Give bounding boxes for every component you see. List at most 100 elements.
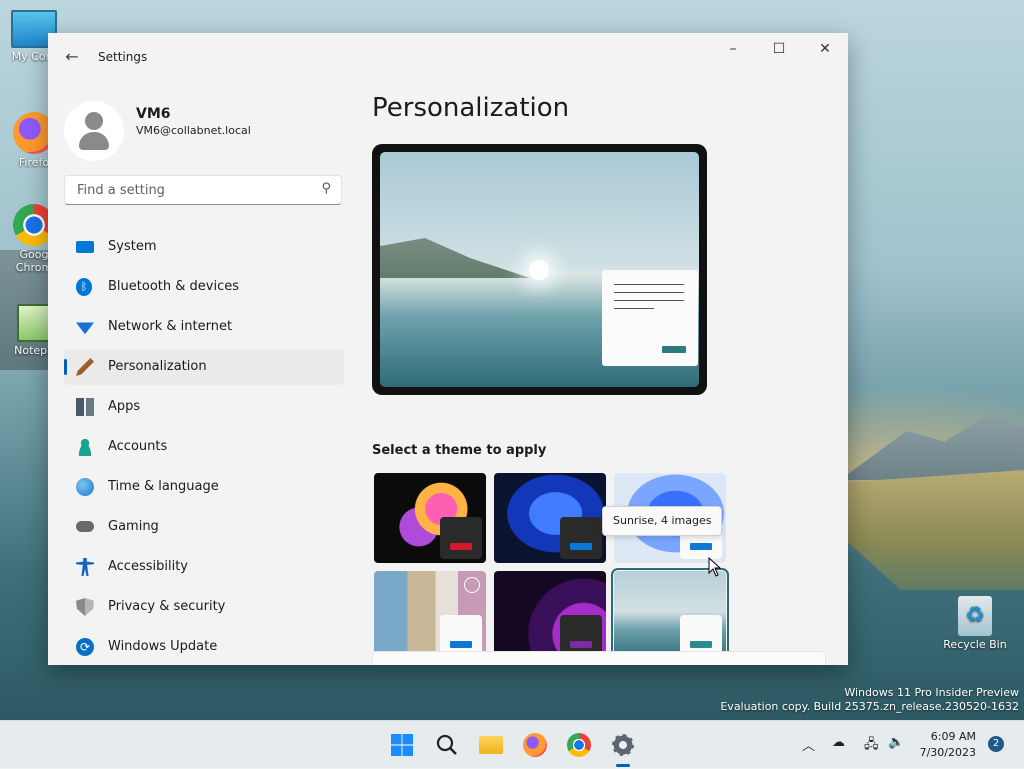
paintbrush-icon [76, 358, 94, 376]
maximize-button[interactable]: ☐ [756, 33, 802, 65]
theme-chip [560, 517, 602, 559]
sidebar-item-accounts[interactable]: Accounts [64, 429, 344, 465]
network-icon[interactable]: 🖧 [864, 735, 879, 757]
search-icon[interactable]: ⚲ [321, 181, 331, 196]
search-input[interactable] [75, 182, 309, 199]
sidebar-item-label: Time & language [108, 479, 219, 494]
gear-icon [612, 734, 634, 756]
cloud-offline-icon[interactable]: ☁ [832, 735, 845, 750]
slideshow-icon [464, 577, 480, 593]
sidebar-item-apps[interactable]: Apps [64, 389, 344, 425]
shield-icon [76, 598, 94, 616]
file-explorer-button[interactable] [475, 729, 507, 761]
desktop-wallpaper-mountains [840, 413, 1024, 480]
start-button[interactable] [386, 729, 418, 761]
sidebar-item-label: Accessibility [108, 559, 188, 574]
sidebar-item-label: Accounts [108, 439, 168, 454]
sidebar-item-windows-update[interactable]: ⟳ Windows Update [64, 629, 344, 665]
theme-chip [440, 517, 482, 559]
chrome-taskbar-button[interactable] [563, 729, 595, 761]
avatar-head [85, 112, 103, 130]
desktop-icon-recycle-bin[interactable]: ♻ Recycle Bin [943, 596, 1007, 651]
person-icon [76, 438, 94, 456]
sidebar-item-label: System [108, 239, 157, 254]
update-icon: ⟳ [76, 638, 94, 656]
user-name: VM6 [136, 106, 171, 122]
close-button[interactable]: ✕ [802, 33, 848, 65]
theme-tooltip: Sunrise, 4 images [602, 506, 723, 536]
recycle-bin-icon: ♻ [958, 596, 992, 636]
clock[interactable]: 6:09 AM 7/30/2023 [912, 729, 976, 761]
preview-window [602, 270, 698, 366]
firefox-taskbar-button[interactable] [519, 729, 551, 761]
notepad-icon [17, 304, 51, 342]
chrome-icon [567, 733, 591, 757]
chevron-up-icon[interactable]: ︿ [802, 735, 815, 754]
theme-tile[interactable] [374, 473, 486, 563]
theme-accent-bar [570, 543, 592, 550]
sidebar-item-label: Personalization [108, 359, 207, 374]
firefox-icon [523, 733, 547, 757]
back-arrow-icon[interactable]: ← [62, 47, 82, 67]
sidebar-item-bluetooth[interactable]: ᛒ Bluetooth & devices [64, 269, 344, 305]
avatar [64, 101, 124, 161]
sidebar-item-network[interactable]: Network & internet [64, 309, 344, 345]
volume-icon[interactable]: 🔈 [888, 735, 904, 750]
preview-hill [380, 238, 530, 278]
theme-accent-bar [450, 543, 472, 550]
theme-grid [372, 471, 732, 665]
title-bar[interactable]: ← Settings – ☐ ✕ [48, 33, 848, 81]
apps-icon [76, 398, 94, 416]
folder-icon [479, 736, 503, 754]
search-icon [436, 734, 457, 755]
preview-line [614, 308, 654, 309]
preview-button [662, 346, 686, 353]
sidebar-item-label: Network & internet [108, 319, 233, 334]
sidebar-item-system[interactable]: System [64, 229, 344, 265]
theme-tile[interactable] [494, 571, 606, 661]
theme-accent-bar [690, 641, 712, 648]
bluetooth-icon: ᛒ [76, 278, 92, 296]
settings-card[interactable] [372, 651, 826, 665]
windows-logo-icon [391, 734, 413, 756]
wifi-icon [76, 322, 94, 335]
theme-accent-bar [690, 543, 712, 550]
gamepad-icon [76, 521, 94, 532]
notification-badge[interactable]: 2 [988, 736, 1004, 752]
globe-clock-icon [76, 478, 94, 496]
preview-wallpaper [380, 152, 699, 387]
search-box[interactable]: ⚲ [64, 175, 342, 205]
taskbar: ︿ ☁ 🖧 🔈 6:09 AM 7/30/2023 2 [0, 720, 1024, 769]
preview-line [614, 300, 684, 301]
sidebar-item-label: Bluetooth & devices [108, 279, 239, 294]
user-email: VM6@collabnet.local [136, 124, 251, 137]
theme-accent-bar [570, 641, 592, 648]
sidebar-item-label: Privacy & security [108, 599, 226, 614]
avatar-body [79, 132, 109, 150]
theme-tile[interactable] [374, 571, 486, 661]
preview-line [614, 284, 684, 285]
theme-section-label: Select a theme to apply [372, 443, 547, 458]
watermark-line: Evaluation copy. Build 25375.zn_release.… [720, 700, 1019, 713]
clock-date: 7/30/2023 [919, 746, 976, 759]
sidebar-item-accessibility[interactable]: Accessibility [64, 549, 344, 585]
preview-line [614, 292, 684, 293]
minimize-button[interactable]: – [710, 33, 756, 65]
sidebar-item-time-language[interactable]: Time & language [64, 469, 344, 505]
mouse-cursor-icon [708, 557, 722, 577]
settings-window: ← Settings – ☐ ✕ VM6 VM6@collabnet.local… [48, 33, 848, 665]
search-taskbar-button[interactable] [431, 729, 463, 761]
desktop-icon-label: Recycle Bin [943, 638, 1007, 651]
sidebar-item-privacy[interactable]: Privacy & security [64, 589, 344, 625]
sidebar-item-gaming[interactable]: Gaming [64, 509, 344, 545]
preview-sun [529, 260, 549, 280]
monitor-icon [76, 241, 94, 253]
theme-tile-sunrise[interactable] [611, 568, 729, 664]
sidebar-item-personalization[interactable]: Personalization [64, 349, 344, 385]
theme-tile[interactable] [494, 473, 606, 563]
sidebar-item-label: Apps [108, 399, 141, 414]
theme-accent-bar [450, 641, 472, 648]
desktop-wallpaper-field [848, 470, 1024, 590]
window-title: Settings [98, 50, 148, 64]
settings-taskbar-button[interactable] [607, 729, 639, 767]
